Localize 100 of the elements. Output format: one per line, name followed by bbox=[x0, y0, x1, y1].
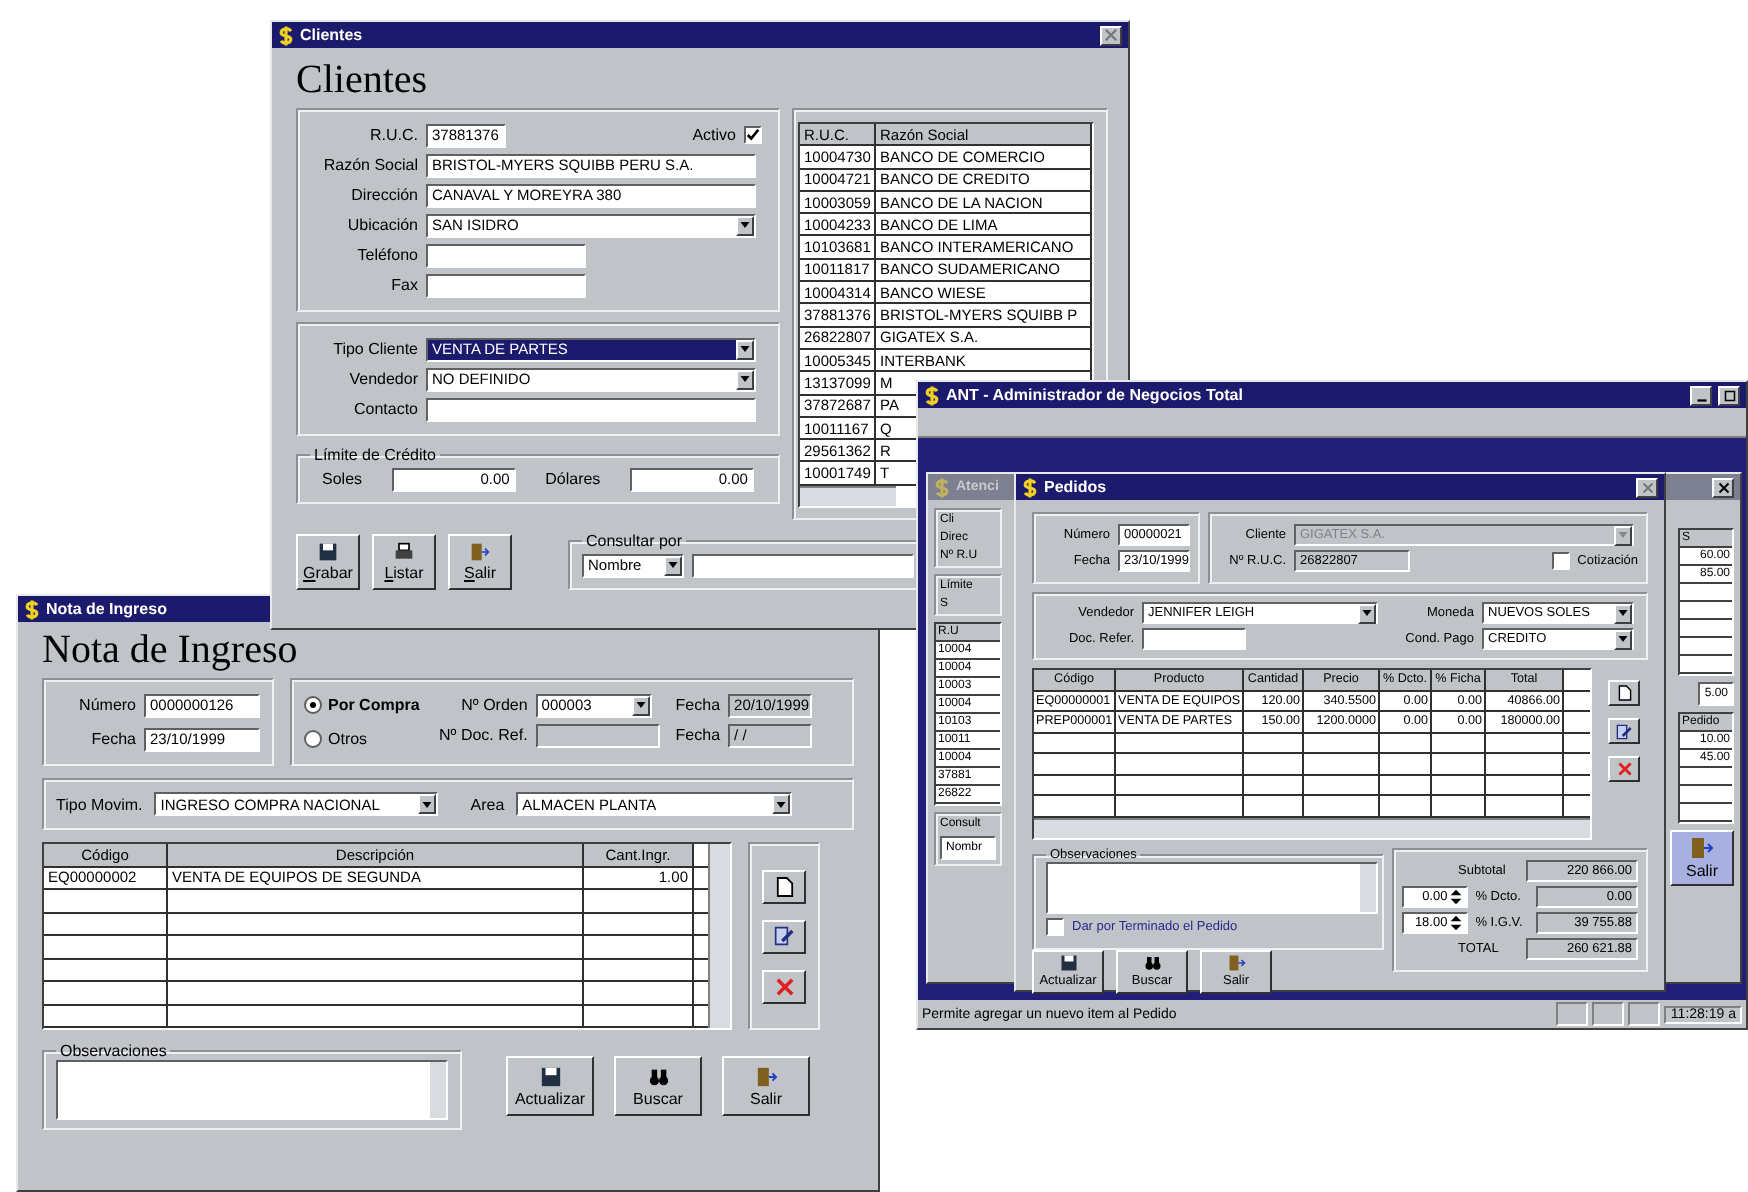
caret-icon bbox=[1618, 636, 1628, 642]
exit-door-icon bbox=[755, 1065, 777, 1087]
input-field[interactable] bbox=[426, 273, 586, 297]
field-label: Teléfono bbox=[355, 246, 418, 264]
maximize-icon bbox=[1723, 389, 1735, 401]
delete-item-button[interactable] bbox=[762, 969, 806, 1003]
field-label: Vendedor bbox=[347, 370, 418, 388]
status-panel bbox=[1556, 1002, 1589, 1026]
scrollbar[interactable] bbox=[800, 485, 896, 506]
field-label: Contacto bbox=[351, 400, 418, 418]
caret-icon bbox=[740, 222, 750, 228]
group-label: Límite de Crédito bbox=[312, 446, 438, 464]
window-title: Nota de Ingreso bbox=[46, 600, 169, 618]
spinner-arrows-icon bbox=[1449, 887, 1462, 905]
status-panel bbox=[1628, 1002, 1661, 1026]
input-field[interactable] bbox=[426, 397, 756, 421]
form-heading: Nota de Ingreso bbox=[42, 626, 300, 676]
save-icon bbox=[318, 542, 338, 562]
new-document-icon bbox=[1617, 684, 1631, 702]
field-label: Tipo Cliente bbox=[331, 340, 418, 358]
quotation-checkbox[interactable] bbox=[1551, 552, 1570, 570]
input-field[interactable] bbox=[426, 243, 586, 267]
group-label: Observaciones bbox=[58, 1042, 169, 1060]
form-heading: Clientes bbox=[296, 56, 430, 106]
action-button[interactable]: Salir bbox=[722, 1056, 810, 1116]
dollar-icon bbox=[934, 477, 950, 497]
caret-icon bbox=[1618, 532, 1628, 538]
delete-icon bbox=[775, 977, 793, 995]
field-label: Dirección bbox=[349, 186, 418, 204]
printer-icon bbox=[394, 542, 414, 562]
maximize-button[interactable] bbox=[1718, 385, 1740, 405]
action-button[interactable]: Listar bbox=[372, 534, 436, 590]
dollar-icon bbox=[24, 599, 40, 619]
dollar-icon bbox=[1022, 477, 1038, 497]
field-label: Razón Social bbox=[321, 156, 418, 174]
delete-item-button[interactable] bbox=[1608, 756, 1640, 782]
binoculars-icon bbox=[1143, 954, 1161, 972]
field-label: Fecha bbox=[675, 726, 721, 744]
status-panel bbox=[1592, 1002, 1625, 1026]
close-icon bbox=[1717, 481, 1729, 493]
field-label: Número bbox=[77, 696, 136, 714]
window-title: Clientes bbox=[300, 26, 365, 44]
edit-document-icon bbox=[774, 926, 794, 946]
action-button[interactable]: Actualizar bbox=[506, 1056, 594, 1116]
action-button[interactable]: Grabar bbox=[296, 534, 360, 590]
minimize-button[interactable] bbox=[1690, 385, 1712, 405]
caret-icon bbox=[776, 801, 787, 807]
scrollbar[interactable] bbox=[1034, 817, 1590, 837]
edit-item-button[interactable] bbox=[1608, 718, 1640, 744]
caret-icon bbox=[635, 702, 646, 708]
field-label: Soles bbox=[322, 470, 363, 488]
doc-ref-field[interactable] bbox=[1142, 628, 1246, 650]
field-label: Nº Orden bbox=[459, 696, 528, 714]
scrollbar[interactable] bbox=[430, 1062, 446, 1118]
caret-icon bbox=[740, 346, 750, 352]
dollar-icon bbox=[278, 25, 294, 45]
delete-icon bbox=[1617, 762, 1631, 776]
search-field[interactable] bbox=[691, 553, 914, 577]
exit-button[interactable]: Salir bbox=[1670, 830, 1734, 886]
radio-button[interactable] bbox=[304, 730, 322, 748]
caret-icon bbox=[1618, 610, 1628, 616]
caret-icon bbox=[1362, 610, 1372, 616]
save-icon bbox=[1059, 954, 1077, 972]
field-label: Fax bbox=[389, 276, 418, 294]
radio-label: Otros bbox=[328, 730, 368, 748]
scrollbar[interactable] bbox=[1360, 863, 1376, 911]
close-icon bbox=[1641, 481, 1653, 493]
active-checkbox[interactable] bbox=[744, 126, 762, 144]
scrollbar[interactable] bbox=[708, 844, 730, 1028]
action-button[interactable]: Buscar bbox=[614, 1056, 702, 1116]
field-label: Nº Doc. Ref. bbox=[437, 726, 528, 744]
binoculars-icon bbox=[647, 1065, 669, 1087]
group-label: Consultar por bbox=[584, 532, 685, 550]
field-label: Fecha bbox=[675, 696, 721, 714]
action-button[interactable]: Salir bbox=[448, 534, 512, 590]
finished-checkbox[interactable] bbox=[1046, 917, 1064, 935]
spinner-arrows-icon bbox=[1449, 913, 1462, 931]
doc-ref-field[interactable] bbox=[535, 723, 660, 747]
field-label: Activo bbox=[692, 126, 736, 144]
radio-label: Por Compra bbox=[328, 696, 420, 714]
close-button[interactable] bbox=[1712, 477, 1734, 497]
exit-door-icon bbox=[1690, 836, 1714, 860]
caret-icon bbox=[422, 801, 433, 807]
field-label: Dólares bbox=[545, 470, 601, 488]
exit-door-icon bbox=[1227, 954, 1245, 972]
field-label: Ubicación bbox=[345, 216, 418, 234]
observations-field[interactable] bbox=[1046, 861, 1378, 913]
new-item-button[interactable] bbox=[762, 869, 806, 903]
window-title: Pedidos bbox=[1044, 478, 1109, 496]
edit-item-button[interactable] bbox=[762, 919, 806, 953]
field-label: R.U.C. bbox=[368, 126, 418, 144]
close-icon bbox=[1104, 28, 1118, 42]
observations-field[interactable] bbox=[56, 1060, 448, 1120]
close-button[interactable] bbox=[1100, 25, 1122, 45]
edit-document-icon bbox=[1616, 723, 1632, 739]
radio-button[interactable] bbox=[304, 696, 322, 714]
close-button[interactable] bbox=[1636, 477, 1658, 497]
field-label: Area bbox=[470, 795, 505, 813]
field-label: Fecha bbox=[89, 730, 136, 748]
new-item-button[interactable] bbox=[1608, 680, 1640, 706]
